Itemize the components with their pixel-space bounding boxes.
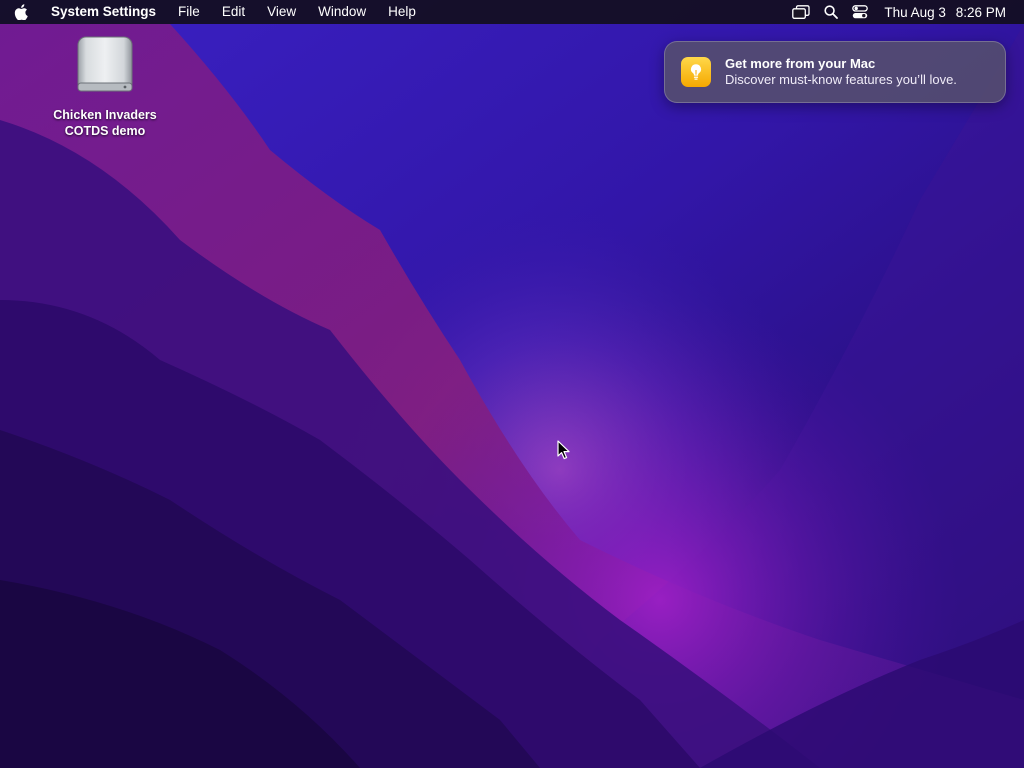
menu-bar: System Settings File Edit View Window He…	[0, 0, 1024, 24]
menu-view[interactable]: View	[256, 0, 307, 24]
menu-bar-status: Thu Aug 3 8:26 PM	[778, 0, 1024, 24]
drive-label-line2: COTDS demo	[64, 124, 146, 138]
menu-bar-left: System Settings File Edit View Window He…	[0, 0, 427, 24]
mouse-pointer-icon	[557, 440, 571, 465]
notification-title: Get more from your Mac	[725, 56, 876, 71]
tips-notification[interactable]: Get more from your Mac Discover must-kno…	[664, 41, 1006, 103]
menu-help[interactable]: Help	[377, 0, 427, 24]
menu-bar-clock[interactable]: Thu Aug 3 8:26 PM	[884, 5, 1006, 20]
menu-edit[interactable]: Edit	[211, 0, 256, 24]
external-drive-icon[interactable]	[75, 34, 135, 99]
drive-label-line1: Chicken Invaders	[53, 108, 157, 122]
desktop-drive[interactable]: Chicken Invaders COTDS demo	[46, 34, 164, 139]
notification-text: Get more from your Mac Discover must-kno…	[725, 56, 957, 88]
control-center-icon[interactable]	[852, 0, 869, 24]
menu-app-name[interactable]: System Settings	[40, 0, 167, 24]
clock-date: Thu Aug 3	[884, 4, 946, 20]
drive-label: Chicken Invaders COTDS demo	[53, 107, 157, 139]
tips-lightbulb-icon	[681, 57, 711, 87]
menu-file[interactable]: File	[167, 0, 211, 24]
notification-body: Discover must-know features you’ll love.	[725, 72, 957, 87]
spotlight-search-icon[interactable]	[824, 0, 839, 24]
menu-window[interactable]: Window	[307, 0, 377, 24]
apple-logo-icon[interactable]	[14, 4, 40, 20]
screen-mirroring-icon[interactable]	[792, 0, 811, 24]
clock-time: 8:26 PM	[955, 4, 1006, 20]
